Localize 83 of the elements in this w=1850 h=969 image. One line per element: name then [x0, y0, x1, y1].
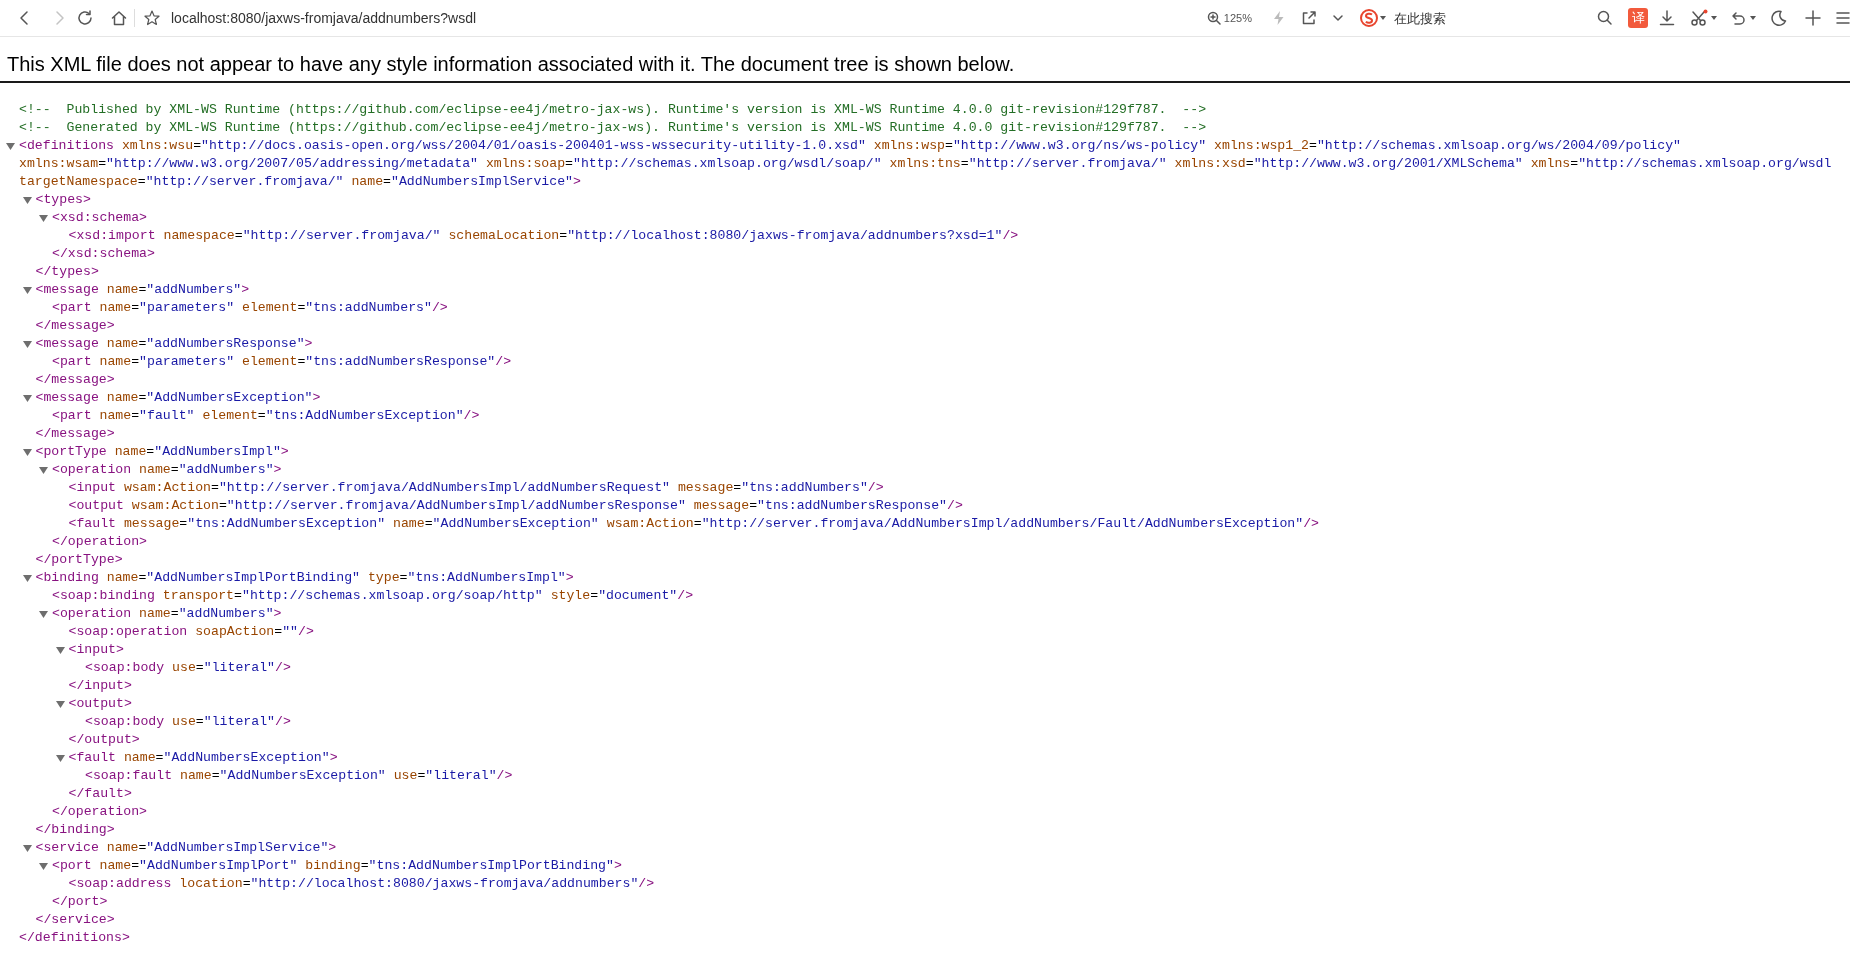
caret-icon — [1380, 16, 1386, 20]
xml-tag-line: <soap:binding transport="http://schemas.xmlsoap.org/soap/http" style="document"/> — [52, 587, 694, 605]
xml-tag-line: </operation> — [52, 803, 147, 821]
xml-tag-line: </xsd:schema> — [52, 245, 155, 263]
expand-triangle-icon[interactable] — [6, 142, 15, 151]
expand-triangle-icon[interactable] — [22, 286, 32, 295]
xml-tag-line: <part name="fault" element="tns:AddNumbersException"/> — [52, 407, 480, 425]
xml-tag-line: </binding> — [35, 821, 115, 839]
xml-tag-line: <soap:operation soapAction=""/> — [68, 623, 314, 641]
xml-tag-line: <operation name="addNumbers"> — [52, 605, 282, 623]
expand-triangle-icon[interactable] — [39, 466, 48, 475]
xml-tag-line: targetNamespace="http://server.fromjava/" name="AddNumbersImplService"> — [19, 173, 581, 191]
xml-tag-line: </port> — [52, 893, 108, 911]
xml-comment: <!-- Generated by XML-WS Runtime (https://github.com/eclipse-ee4j/metro-jax-ws). Runtime's version is XML-WS Runtime 4.0.0 git-revision#129f787. --> — [19, 119, 1207, 137]
reload-icon[interactable] — [76, 9, 94, 27]
xml-comment: <!-- Published by XML-WS Runtime (https://github.com/eclipse-ee4j/metro-jax-ws). Runtime's version is XML-WS Runtime 4.0.0 git-revision#129f787. --> — [19, 101, 1207, 119]
xml-tag-line: <fault name="AddNumbersException"> — [68, 749, 338, 767]
plus-icon[interactable] — [1804, 9, 1822, 27]
xml-tag-line: xmlns:wsam="http://www.w3.org/2007/05/addressing/metadata" xmlns:soap="http://schemas.xmlsoap.org/wsdl/soap/" xmlns:tns="http://server.fromjava/" xmlns:xsd="http://www.w3.org/2001/XMLSchema" xmlns="http://schemas.xmlsoap.org/wsdl — [19, 155, 1832, 173]
expand-triangle-icon[interactable] — [55, 700, 65, 709]
zoom-button[interactable]: 125% — [1206, 11, 1252, 25]
expand-triangle-icon[interactable] — [22, 574, 32, 583]
xml-tag-line: <portType name="AddNumbersImpl"> — [35, 443, 289, 461]
xml-tag-line: </message> — [35, 371, 115, 389]
xml-tag-line: <xsd:import namespace="http://server.fromjava/" schemaLocation="http://localhost:8080/jaxws-fromjava/addnumbers?xsd=1"/> — [68, 227, 1019, 245]
search-icon[interactable] — [1596, 9, 1614, 27]
xml-tag-line: <soap:body use="literal"/> — [85, 659, 291, 677]
zoom-in-icon — [1206, 11, 1221, 25]
expand-triangle-icon[interactable] — [39, 862, 48, 871]
search-engine-logo-icon — [1360, 9, 1378, 27]
scissors-icon[interactable] — [1690, 9, 1708, 27]
xml-tag-line: <part name="parameters" element="tns:addNumbers"/> — [52, 299, 448, 317]
menu-icon[interactable] — [1836, 9, 1850, 27]
xml-tag-line: </types> — [35, 263, 99, 281]
expand-triangle-icon[interactable] — [22, 340, 32, 349]
share-icon[interactable] — [1300, 9, 1318, 27]
xml-tag-line: <output> — [68, 695, 132, 713]
xml-tag-line: </portType> — [35, 551, 123, 569]
undo-icon[interactable] — [1729, 9, 1747, 27]
expand-triangle-icon[interactable] — [55, 646, 65, 655]
expand-triangle-icon[interactable] — [55, 754, 65, 763]
star-icon[interactable] — [143, 9, 161, 27]
xml-tag-line: <message name="AddNumbersException"> — [35, 389, 321, 407]
xml-tag-line: <definitions xmlns:wsu="http://docs.oasis-open.org/wss/2004/01/oasis-200401-wss-wssecurity-utility-1.0.xsd" xmlns:wsp="http://www.w3.org/ns/ws-policy" xmlns:wsp1_2="http://schemas.xmlsoap.org/ws/2004/09/policy" — [19, 137, 1681, 155]
expand-triangle-icon[interactable] — [22, 448, 32, 457]
caret-icon[interactable] — [1711, 16, 1717, 20]
xml-tag-line: <service name="AddNumbersImplService"> — [35, 839, 337, 857]
xml-tag-line: <part name="parameters" element="tns:addNumbersResponse"/> — [52, 353, 512, 371]
download-icon[interactable] — [1658, 9, 1676, 27]
expand-triangle-icon[interactable] — [22, 844, 32, 853]
xml-tag-line: <binding name="AddNumbersImplPortBinding" type="tns:AddNumbersImpl"> — [35, 569, 574, 587]
expand-triangle-icon[interactable] — [22, 196, 32, 205]
search-engine-button[interactable] — [1360, 9, 1386, 27]
xml-tag-line: </definitions> — [19, 929, 130, 947]
xml-tag-line: <soap:body use="literal"/> — [85, 713, 291, 731]
xml-tag-line: <fault message="tns:AddNumbersException" name="AddNumbersException" wsam:Action="http://server.fromjava/AddNumbersImpl/addNumbers/Fault/AddNumbersException"/> — [68, 515, 1319, 533]
xml-tag-line: </output> — [68, 731, 140, 749]
xml-tag-line: <operation name="addNumbers"> — [52, 461, 282, 479]
expand-triangle-icon[interactable] — [39, 214, 48, 223]
xml-tag-line: <port name="AddNumbersImplPort" binding="tns:AddNumbersImplPortBinding"> — [52, 857, 622, 875]
xml-tag-line: <xsd:schema> — [52, 209, 147, 227]
xml-tag-line: <soap:fault name="AddNumbersException" use="literal"/> — [85, 767, 513, 785]
expand-triangle-icon[interactable] — [22, 394, 32, 403]
xml-tag-line: <input wsam:Action="http://server.fromjava/AddNumbersImpl/addNumbersRequest" message="tns:addNumbers"/> — [68, 479, 884, 497]
xml-tag-line: </fault> — [68, 785, 132, 803]
xml-tag-line: <input> — [68, 641, 124, 659]
xml-tag-line: <message name="addNumbers"> — [35, 281, 250, 299]
address-field[interactable]: localhost:8080/jaxws-fromjava/addnumbers?wsdl — [171, 10, 477, 26]
expand-triangle-icon[interactable] — [39, 610, 48, 619]
xml-tag-line: </operation> — [52, 533, 147, 551]
xml-tag-line: </service> — [35, 911, 115, 929]
xml-tag-line: <soap:address location="http://localhost:8080/jaxws-fromjava/addnumbers"/> — [68, 875, 655, 893]
home-icon[interactable] — [110, 9, 128, 27]
search-field[interactable]: 在此搜索 — [1392, 9, 1596, 27]
xml-tag-line: </message> — [35, 425, 115, 443]
xml-tag-line: </message> — [35, 317, 115, 335]
xml-tag-line: <message name="addNumbersResponse"> — [35, 335, 313, 353]
xml-style-notice: This XML file does not appear to have any style information associated with it. The document tree is shown below. — [7, 52, 1015, 76]
xml-tag-line: </input> — [68, 677, 132, 695]
xml-tag-line: <output wsam:Action="http://server.fromjava/AddNumbersImpl/addNumbersResponse" message="tns:addNumbersResponse"/> — [68, 497, 963, 515]
caret-icon[interactable] — [1750, 16, 1756, 20]
xml-tag-line: <types> — [35, 191, 91, 209]
moon-icon[interactable] — [1770, 9, 1788, 27]
